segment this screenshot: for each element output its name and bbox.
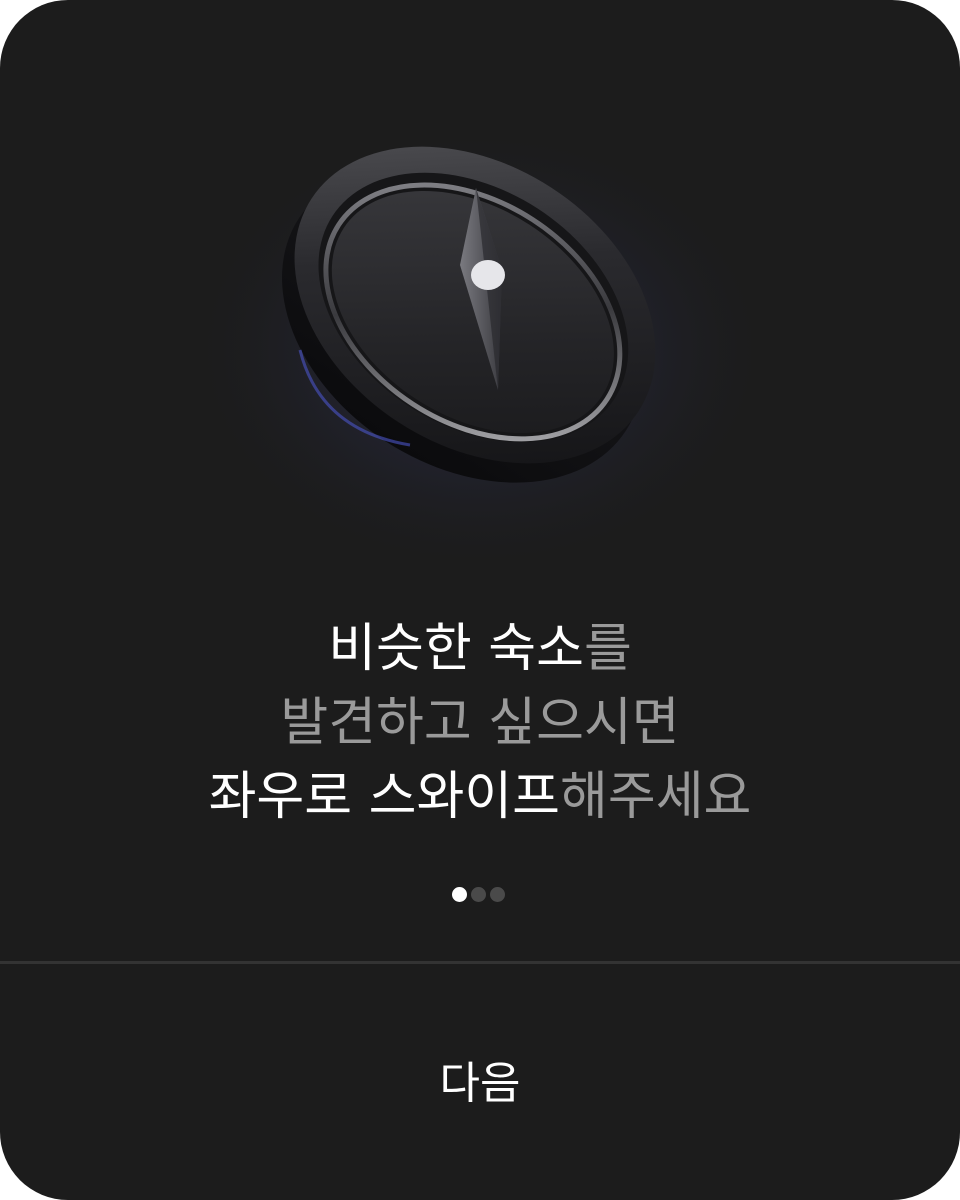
headline-line-3: 좌우로 스와이프해주세요: [0, 760, 960, 834]
headline-line-2: 발견하고 싶으시면: [280, 693, 680, 753]
next-button[interactable]: 다음: [0, 964, 960, 1200]
compass-icon: [180, 110, 780, 570]
headline: 비슷한 숙소를 발견하고 싶으시면 좌우로 스와이프해주세요: [0, 612, 960, 834]
compass-illustration: [180, 100, 780, 570]
headline-line-1-highlight: 비슷한 숙소: [328, 619, 584, 679]
headline-line-1-rest: 를: [583, 619, 632, 679]
headline-line-1: 비슷한 숙소를: [0, 612, 960, 686]
headline-line-3-rest: 해주세요: [560, 767, 752, 827]
page-dot-2[interactable]: [471, 887, 486, 902]
page-dot-1[interactable]: [452, 887, 467, 902]
next-button-label: 다음: [439, 1058, 521, 1109]
page-indicator: [452, 887, 505, 903]
onboarding-card: 비슷한 숙소를 발견하고 싶으시면 좌우로 스와이프해주세요 다음: [0, 0, 960, 1200]
page-dot-3[interactable]: [490, 887, 505, 902]
headline-line-3-highlight: 좌우로 스와이프: [208, 767, 561, 827]
